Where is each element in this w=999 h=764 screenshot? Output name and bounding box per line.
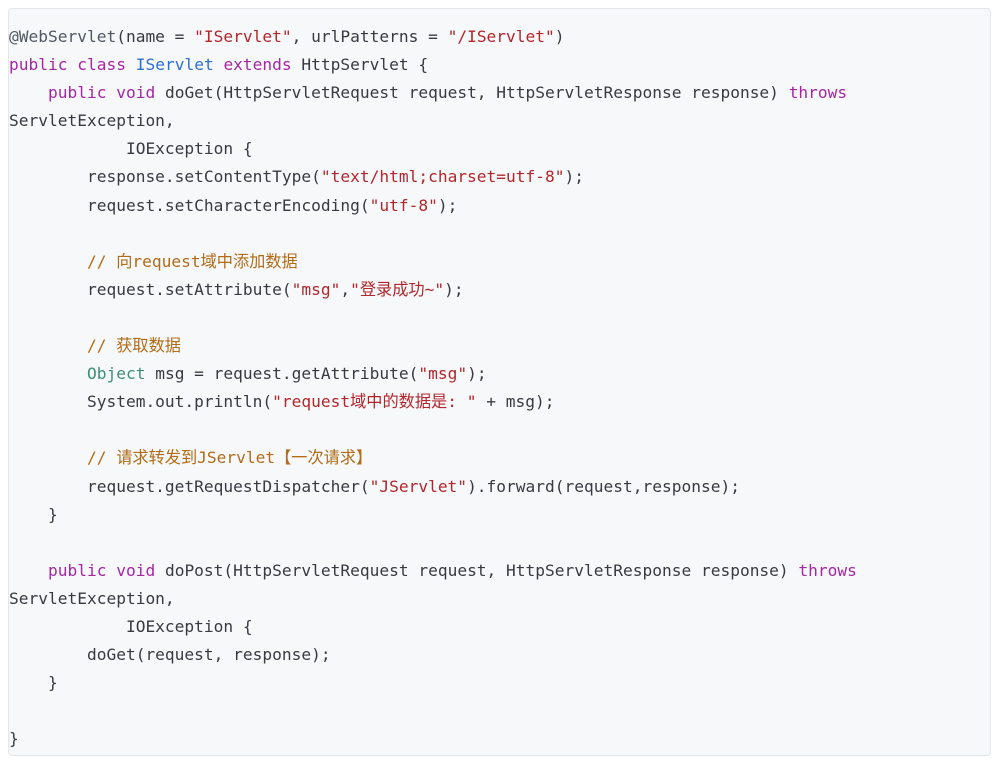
code-token: extends [223,55,292,75]
code-token: void [116,83,156,103]
code-token: // 向request域中添加数据 [86,251,298,271]
code-token: "JServlet" [369,476,468,496]
code-token: IOException { [9,616,253,636]
code-token: "msg" [291,279,341,299]
code-token: , urlPatterns = [291,27,448,46]
code-listing: @WebServlet(name = "IServlet", urlPatter… [9,23,990,753]
code-line: ServletException, [9,585,990,613]
code-line: doGet(request, response); [9,641,990,669]
code-line: IOException { [9,613,990,641]
code-token: msg = request.getAttribute( [145,364,419,384]
code-token: HttpServlet { [291,55,429,75]
code-token: doGet(request, response); [9,645,331,665]
code-token: doGet(HttpServletRequest request, HttpSe… [155,83,789,103]
code-token: "/IServlet" [447,27,555,46]
code-token: "utf-8" [369,195,438,215]
code-line: // 请求转发到JServlet【一次请求】 [9,444,990,472]
code-token: public [47,560,107,580]
code-token: , [340,279,351,299]
code-line: // 获取数据 [9,332,990,360]
code-line: } [9,501,990,529]
code-token: Object [86,364,146,384]
code-token: request.setCharacterEncoding( [9,195,370,215]
code-line: request.getRequestDispatcher("JServlet")… [9,473,990,501]
code-token: IOException { [9,139,253,159]
code-token: "msg" [418,364,468,384]
code-token: void [116,560,156,580]
code-line: IOException { [9,135,990,163]
code-token: request.getRequestDispatcher( [9,476,370,496]
code-line: request.setAttribute("msg","登录成功~"); [9,276,990,304]
code-token: throws [798,560,857,580]
code-token: // 请求转发到JServlet【一次请求】 [86,448,373,468]
code-line: response.setContentType("text/html;chars… [9,163,990,191]
code-token: @WebServlet [9,27,117,46]
code-line: // 向request域中添加数据 [9,248,990,276]
code-token: System.out.println( [9,392,273,412]
code-line: public void doGet(HttpServletRequest req… [9,79,990,107]
code-token: "IServlet" [194,27,292,46]
code-token: "text/html;charset=utf-8" [320,167,565,187]
code-token: public [9,55,68,75]
code-token: "登录成功~" [350,279,445,299]
code-token: } [9,673,58,693]
code-line: Object msg = request.getAttribute("msg")… [9,360,990,388]
code-line: ServletException, [9,107,990,135]
code-token: ServletException, [9,111,175,131]
code-token: } [9,504,58,524]
code-block: @WebServlet(name = "IServlet", urlPatter… [8,8,991,756]
code-token: ServletException, [9,588,175,608]
code-token: // 获取数据 [86,336,181,356]
code-token: (name = [116,27,195,46]
code-token: ); [467,364,487,384]
code-line: } [9,669,990,697]
code-token: throws [788,83,848,103]
code-token: ).forward(request,response); [467,476,740,496]
code-token: ); [564,167,585,187]
code-token: IServlet [135,55,214,75]
code-token: ); [444,279,464,299]
code-token: doPost(HttpServletRequest request, HttpS… [155,560,799,580]
code-token: class [77,55,126,75]
code-token: request.setAttribute( [9,279,292,299]
code-token: public [47,83,107,103]
code-token: response.setContentType( [9,167,321,187]
code-line: System.out.println("request域中的数据是: " + m… [9,388,990,416]
code-line: public class IServlet extends HttpServle… [9,51,990,79]
code-line: } [9,725,990,753]
code-token: } [9,729,19,749]
code-line: @WebServlet(name = "IServlet", urlPatter… [9,23,990,51]
code-token: ) [554,27,565,46]
code-line: request.setCharacterEncoding("utf-8"); [9,192,990,220]
code-token: + msg); [476,392,555,412]
code-line: public void doPost(HttpServletRequest re… [9,557,990,585]
code-token: ); [437,195,458,215]
code-token: "request域中的数据是: " [272,392,477,412]
